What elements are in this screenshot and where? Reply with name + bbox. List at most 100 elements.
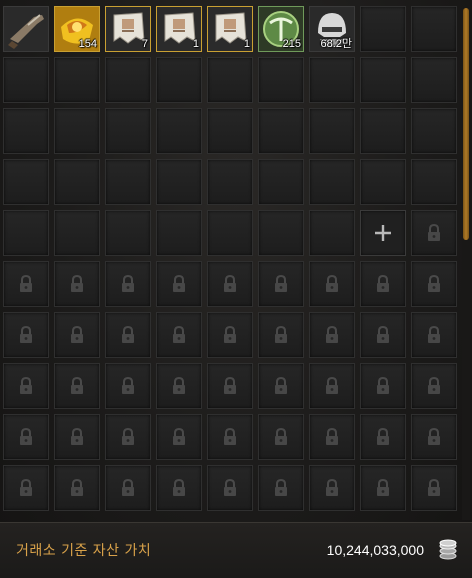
- inventory-slot-locked[interactable]: [54, 261, 100, 307]
- inventory-slot-locked[interactable]: [3, 465, 49, 511]
- inventory-slot-empty[interactable]: [360, 108, 406, 154]
- inventory-slot-locked[interactable]: [309, 414, 355, 460]
- inventory-slot-locked[interactable]: [207, 312, 253, 358]
- inventory-slot-empty[interactable]: [360, 6, 406, 52]
- inventory-slot-locked[interactable]: [309, 465, 355, 511]
- inventory-slot-locked[interactable]: [54, 312, 100, 358]
- inventory-slot-item[interactable]: 154: [54, 6, 100, 52]
- inventory-slot-locked[interactable]: [411, 414, 457, 460]
- scrollbar[interactable]: [462, 8, 470, 520]
- scrollbar-thumb[interactable]: [463, 8, 469, 240]
- inventory-slot-locked[interactable]: [360, 465, 406, 511]
- inventory-slot-locked[interactable]: [156, 363, 202, 409]
- inventory-slot-empty[interactable]: [207, 108, 253, 154]
- inventory-slot-empty[interactable]: [411, 6, 457, 52]
- inventory-slot-locked[interactable]: [105, 414, 151, 460]
- inventory-slot-empty[interactable]: [105, 108, 151, 154]
- inventory-slot-locked[interactable]: [207, 414, 253, 460]
- inventory-slot-locked[interactable]: [105, 261, 151, 307]
- inventory-slot-locked[interactable]: [258, 414, 304, 460]
- inventory-slot-empty[interactable]: [207, 210, 253, 256]
- inventory-slot-empty[interactable]: [54, 57, 100, 103]
- inventory-slot-empty[interactable]: [360, 57, 406, 103]
- inventory-slot-locked[interactable]: [54, 465, 100, 511]
- inventory-slot-empty[interactable]: [105, 159, 151, 205]
- lock-icon: [122, 479, 134, 496]
- inventory-slot-empty[interactable]: [207, 57, 253, 103]
- inventory-slot-locked[interactable]: [207, 465, 253, 511]
- inventory-slot-locked[interactable]: [258, 261, 304, 307]
- inventory-slot-empty[interactable]: [3, 210, 49, 256]
- inventory-slot-empty[interactable]: [309, 108, 355, 154]
- lock-icon: [20, 377, 32, 394]
- inventory-slot-locked[interactable]: [258, 363, 304, 409]
- inventory-slot-locked[interactable]: [156, 465, 202, 511]
- inventory-slot-empty[interactable]: [156, 159, 202, 205]
- inventory-slot-locked[interactable]: [207, 363, 253, 409]
- inventory-slot-empty[interactable]: [156, 210, 202, 256]
- inventory-slot-empty[interactable]: [105, 210, 151, 256]
- inventory-slot-locked[interactable]: [360, 414, 406, 460]
- inventory-slot-empty[interactable]: [309, 159, 355, 205]
- inventory-slot-locked[interactable]: [156, 261, 202, 307]
- inventory-slot-locked[interactable]: [156, 414, 202, 460]
- inventory-slot-locked[interactable]: [258, 465, 304, 511]
- inventory-slot-locked[interactable]: [3, 312, 49, 358]
- inventory-slot-empty[interactable]: [309, 210, 355, 256]
- inventory-slot-empty[interactable]: [258, 108, 304, 154]
- inventory-slot-locked[interactable]: [411, 210, 457, 256]
- lock-icon: [71, 428, 83, 445]
- inventory-slot-empty[interactable]: [360, 159, 406, 205]
- inventory-slot-locked[interactable]: [411, 261, 457, 307]
- inventory-slot-locked[interactable]: [411, 312, 457, 358]
- inventory-slot-empty[interactable]: [207, 159, 253, 205]
- inventory-slot-locked[interactable]: [3, 363, 49, 409]
- inventory-slot-locked[interactable]: [105, 312, 151, 358]
- lock-icon: [173, 326, 185, 343]
- inventory-slot-empty[interactable]: [411, 57, 457, 103]
- inventory-slot-locked[interactable]: [105, 465, 151, 511]
- inventory-slot-empty[interactable]: [258, 159, 304, 205]
- inventory-slot-locked[interactable]: [207, 261, 253, 307]
- lock-icon: [224, 428, 236, 445]
- inventory-slot-locked[interactable]: [258, 312, 304, 358]
- inventory-slot-item[interactable]: 7: [105, 6, 151, 52]
- inventory-slot-locked[interactable]: [360, 363, 406, 409]
- inventory-slot-locked[interactable]: [309, 363, 355, 409]
- inventory-slot-empty[interactable]: [54, 210, 100, 256]
- inventory-slot-locked[interactable]: [105, 363, 151, 409]
- item-quantity: 1: [243, 38, 250, 50]
- inventory-slot-locked[interactable]: [54, 363, 100, 409]
- inventory-slot-locked[interactable]: [3, 261, 49, 307]
- inventory-slot-empty[interactable]: [411, 108, 457, 154]
- add-slot-button[interactable]: [360, 210, 406, 256]
- inventory-slot-empty[interactable]: [105, 57, 151, 103]
- inventory-slot-empty[interactable]: [3, 57, 49, 103]
- inventory-slot-item[interactable]: 1: [207, 6, 253, 52]
- inventory-slot-empty[interactable]: [3, 159, 49, 205]
- inventory-slot-locked[interactable]: [156, 312, 202, 358]
- inventory-slot-empty[interactable]: [309, 57, 355, 103]
- inventory-slot-item[interactable]: [3, 6, 49, 52]
- asset-value-footer: 거래소 기준 자산 가치 10,244,033,000: [0, 522, 472, 578]
- inventory-slot-item[interactable]: 1: [156, 6, 202, 52]
- lock-icon: [224, 377, 236, 394]
- inventory-slot-locked[interactable]: [309, 312, 355, 358]
- inventory-slot-item[interactable]: 215: [258, 6, 304, 52]
- inventory-slot-empty[interactable]: [258, 210, 304, 256]
- inventory-slot-locked[interactable]: [54, 414, 100, 460]
- inventory-slot-locked[interactable]: [309, 261, 355, 307]
- inventory-slot-empty[interactable]: [156, 108, 202, 154]
- inventory-slot-locked[interactable]: [3, 414, 49, 460]
- inventory-slot-empty[interactable]: [258, 57, 304, 103]
- inventory-slot-empty[interactable]: [54, 108, 100, 154]
- inventory-slot-locked[interactable]: [411, 465, 457, 511]
- inventory-slot-empty[interactable]: [54, 159, 100, 205]
- inventory-slot-empty[interactable]: [156, 57, 202, 103]
- inventory-slot-item[interactable]: 68.2만: [309, 6, 355, 52]
- inventory-slot-empty[interactable]: [3, 108, 49, 154]
- inventory-slot-locked[interactable]: [360, 261, 406, 307]
- inventory-slot-empty[interactable]: [411, 159, 457, 205]
- inventory-slot-locked[interactable]: [360, 312, 406, 358]
- inventory-slot-locked[interactable]: [411, 363, 457, 409]
